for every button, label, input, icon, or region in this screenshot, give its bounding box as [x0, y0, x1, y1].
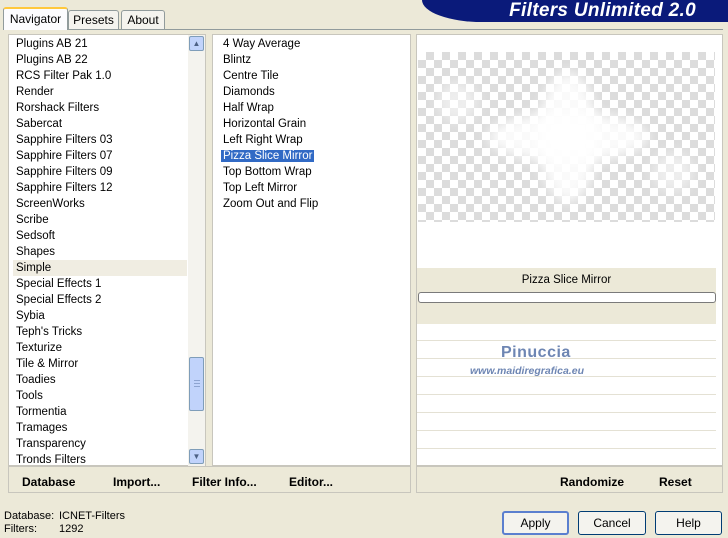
category-list[interactable]: Plugins AB 21 Plugins AB 22 RCS Filter Pak…	[8, 34, 206, 466]
filter-item-label: Zoom Out and Flip	[223, 198, 319, 210]
filter-info-link[interactable]: Filter Info...	[192, 475, 257, 489]
filter-item[interactable]: Horizontal Grain	[220, 116, 318, 132]
chevron-up-icon[interactable]: ▲	[189, 36, 204, 51]
watermark-url: www.maidiregrafica.eu	[470, 365, 584, 377]
tab-panel-border	[3, 29, 723, 30]
category-item[interactable]: Simple	[13, 260, 187, 276]
category-item[interactable]: Tramages	[13, 420, 187, 436]
param-row-divider	[417, 448, 716, 449]
filter-item-label: Centre Tile	[223, 70, 279, 82]
filter-item-label: 4 Way Average	[223, 38, 301, 50]
category-item[interactable]: Texturize	[13, 340, 187, 356]
scrollbar-thumb[interactable]	[189, 357, 204, 411]
category-items: Plugins AB 21 Plugins AB 22 RCS Filter Pak…	[13, 36, 187, 465]
category-item[interactable]: Rorshack Filters	[13, 100, 187, 116]
tab-navigator[interactable]: Navigator	[3, 7, 68, 30]
reset-link[interactable]: Reset	[659, 475, 692, 489]
filter-list[interactable]: 4 Way Average Blintz Centre Tile Diamonds Ha…	[212, 34, 411, 466]
param-row-divider	[417, 394, 716, 395]
filter-item-label: Top Bottom Wrap	[223, 166, 312, 178]
randomize-link[interactable]: Randomize	[560, 475, 624, 489]
category-item[interactable]: Sedsoft	[13, 228, 187, 244]
category-item[interactable]: ScreenWorks	[13, 196, 187, 212]
filter-item-label: Blintz	[223, 54, 252, 66]
chevron-down-icon[interactable]: ▼	[189, 449, 204, 464]
param-row-divider	[417, 412, 716, 413]
category-item[interactable]: Tile & Mirror	[13, 356, 187, 372]
category-item[interactable]: Plugins AB 22	[13, 52, 187, 68]
tab-about[interactable]: About	[121, 10, 165, 29]
database-link[interactable]: Database	[22, 475, 75, 489]
filter-item-label: Horizontal Grain	[223, 118, 307, 130]
preview-image	[418, 52, 715, 222]
category-item[interactable]: Tronds Filters	[13, 452, 187, 465]
category-item[interactable]: Tools	[13, 388, 187, 404]
category-item[interactable]: Tormentia	[13, 404, 187, 420]
filters-label: Filters:	[4, 523, 37, 535]
category-item[interactable]: Sabercat	[13, 116, 187, 132]
filter-item[interactable]: Top Bottom Wrap	[220, 164, 318, 180]
param-row-divider	[417, 340, 716, 341]
category-item[interactable]: Transparency	[13, 436, 187, 452]
category-item[interactable]: Scribe	[13, 212, 187, 228]
category-item[interactable]: Sapphire Filters 12	[13, 180, 187, 196]
tab-navigator-label: Navigator	[9, 12, 62, 26]
category-item[interactable]: Sybia	[13, 308, 187, 324]
category-item[interactable]: Render	[13, 84, 187, 100]
filter-item[interactable]: Diamonds	[220, 84, 318, 100]
category-item[interactable]: Sapphire Filters 03	[13, 132, 187, 148]
filter-item[interactable]: Pizza Slice Mirror	[220, 148, 318, 164]
filter-item-label: Pizza Slice Mirror	[221, 150, 315, 162]
app-banner: Filters Unlimited 2.0	[422, 0, 728, 22]
tab-presets-label: Presets	[73, 13, 114, 27]
filter-item-label: Left Right Wrap	[223, 134, 303, 146]
app-title: Filters Unlimited 2.0	[509, 0, 696, 21]
help-button[interactable]: Help	[655, 511, 722, 535]
filter-item-label: Half Wrap	[223, 102, 274, 114]
category-item[interactable]: Special Effects 1	[13, 276, 187, 292]
tab-presets[interactable]: Presets	[68, 10, 119, 29]
filter-item[interactable]: Centre Tile	[220, 68, 318, 84]
category-item[interactable]: Sapphire Filters 09	[13, 164, 187, 180]
progress-bar	[418, 292, 716, 303]
category-item[interactable]: Sapphire Filters 07	[13, 148, 187, 164]
category-item[interactable]: RCS Filter Pak 1.0	[13, 68, 187, 84]
filter-items: 4 Way Average Blintz Centre Tile Diamonds Ha…	[220, 36, 318, 212]
left-link-bar: Database Import... Filter Info... Editor…	[8, 466, 411, 493]
cancel-button[interactable]: Cancel	[578, 511, 646, 535]
filter-item[interactable]: Half Wrap	[220, 100, 318, 116]
category-scrollbar[interactable]: ▲ ▼	[188, 35, 205, 466]
category-item[interactable]: Teph's Tricks	[13, 324, 187, 340]
right-link-bar: Randomize Reset	[416, 466, 723, 493]
database-value: ICNET-Filters	[59, 510, 125, 522]
category-item[interactable]: Plugins AB 21	[13, 36, 187, 52]
filter-item[interactable]: 4 Way Average	[220, 36, 318, 52]
filter-item[interactable]: Left Right Wrap	[220, 132, 318, 148]
filters-value: 1292	[59, 523, 84, 535]
preview-filter-name: Pizza Slice Mirror	[521, 274, 612, 286]
database-label: Database:	[4, 510, 55, 522]
filter-item[interactable]: Blintz	[220, 52, 318, 68]
watermark-name: Pinuccia	[501, 344, 571, 361]
category-item[interactable]: Special Effects 2	[13, 292, 187, 308]
param-row-divider	[417, 430, 716, 431]
editor-link[interactable]: Editor...	[289, 475, 333, 489]
filter-item[interactable]: Top Left Mirror	[220, 180, 318, 196]
apply-button[interactable]: Apply	[502, 511, 569, 535]
category-item[interactable]: Toadies	[13, 372, 187, 388]
category-item[interactable]: Shapes	[13, 244, 187, 260]
import-link[interactable]: Import...	[113, 475, 160, 489]
filter-item-label: Top Left Mirror	[223, 182, 298, 194]
tab-about-label: About	[127, 13, 159, 27]
filter-item[interactable]: Zoom Out and Flip	[220, 196, 318, 212]
filter-item-label: Diamonds	[223, 86, 275, 98]
